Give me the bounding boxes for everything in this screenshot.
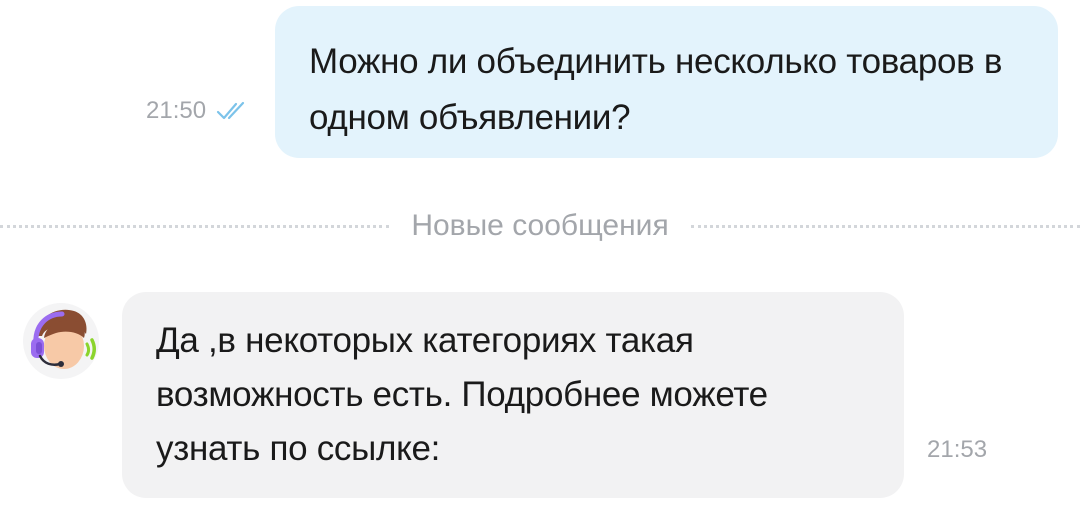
incoming-message-bubble[interactable]: Да ,в некоторых категориях такая возможн… <box>122 292 904 498</box>
outgoing-message-meta: 21:50 <box>146 94 250 128</box>
support-agent-avatar-icon[interactable] <box>22 302 100 380</box>
chat-window: 21:50 Можно ли объединить несколько това… <box>0 0 1080 516</box>
incoming-message-time: 21:53 <box>927 436 988 463</box>
new-messages-label: Новые сообщения <box>411 209 669 242</box>
outgoing-message-bubble[interactable]: Можно ли объединить несколько товаров в … <box>275 6 1058 158</box>
incoming-message-text: Да ,в некоторых категориях такая возможн… <box>156 321 768 468</box>
divider-line-left <box>0 224 390 228</box>
outgoing-message-text: Можно ли объединить несколько товаров в … <box>309 42 1003 137</box>
divider-line-right <box>690 224 1080 228</box>
double-check-icon <box>216 101 250 121</box>
outgoing-message-time: 21:50 <box>146 97 207 124</box>
new-messages-divider: Новые сообщения <box>0 202 1080 250</box>
